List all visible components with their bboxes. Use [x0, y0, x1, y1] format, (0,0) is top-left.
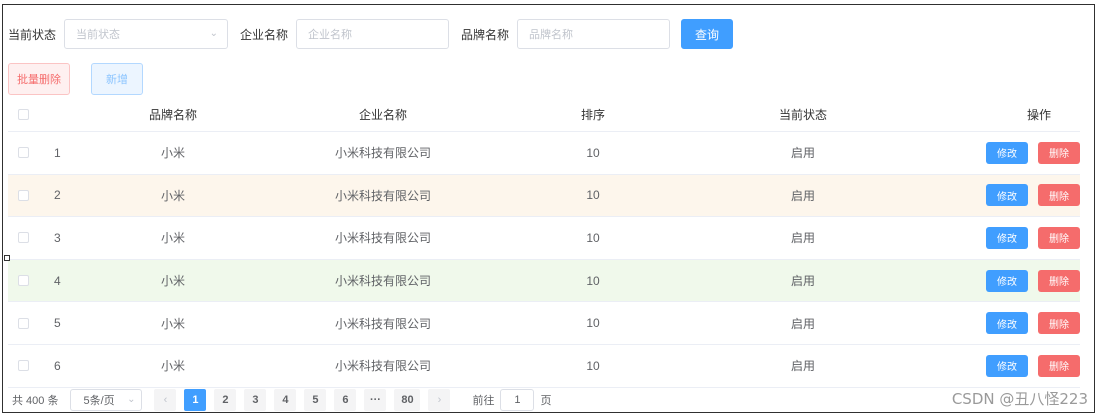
row-index: 1	[54, 145, 61, 160]
edit-button[interactable]: 修改	[986, 269, 1028, 292]
row-sort: 10	[586, 358, 600, 373]
row-sort: 10	[586, 316, 600, 331]
company-label: 企业名称	[240, 27, 289, 42]
brand-label: 品牌名称	[461, 27, 510, 42]
chevron-down-icon: ⌄	[209, 28, 219, 39]
table-row: 1 小米 小米科技有限公司 10 启用 修改 删除	[8, 132, 1080, 175]
row-state: 启用	[790, 188, 815, 203]
brand-input[interactable]: 品牌名称	[517, 19, 671, 49]
ops-header: 操作	[1026, 108, 1051, 122]
row-checkbox[interactable]	[17, 189, 29, 201]
table-row: 5 小米 小米科技有限公司 10 启用 修改 删除	[8, 302, 1080, 345]
row-index: 5	[54, 316, 61, 331]
page-button-2[interactable]: 2	[214, 389, 237, 411]
table-row: 3 小米 小米科技有限公司 10 启用 修改 删除	[8, 217, 1080, 260]
page-button-80[interactable]: 80	[394, 389, 421, 411]
more-pages-button[interactable]: ···	[364, 389, 387, 411]
brand-header: 品牌名称	[148, 108, 197, 122]
delete-button[interactable]: 删除	[1038, 226, 1080, 249]
row-brand: 小米	[160, 274, 185, 289]
delete-button[interactable]: 删除	[1038, 141, 1080, 164]
delete-button[interactable]: 删除	[1038, 354, 1080, 377]
page-jump: 前往 1 页	[472, 389, 551, 411]
state-select-placeholder: 当前状态	[76, 29, 121, 41]
page-button-4[interactable]: 4	[274, 389, 297, 411]
row-state: 启用	[790, 231, 815, 246]
page-button-6[interactable]: 6	[334, 389, 357, 411]
row-state: 启用	[790, 274, 815, 289]
row-sort: 10	[586, 273, 600, 288]
state-header: 当前状态	[778, 108, 827, 122]
row-checkbox[interactable]	[17, 147, 29, 159]
row-state: 启用	[790, 316, 815, 331]
page-jump-suffix: 页	[540, 395, 552, 407]
company-header: 企业名称	[358, 108, 407, 122]
row-sort: 10	[586, 188, 600, 203]
pagination-total: 共 400 条	[12, 395, 59, 407]
row-sort: 10	[586, 230, 600, 245]
next-page-button[interactable]: ›	[428, 389, 451, 411]
state-label: 当前状态	[8, 27, 57, 42]
edit-button[interactable]: 修改	[986, 354, 1028, 377]
batch-delete-button[interactable]: 批量删除	[8, 63, 70, 95]
row-brand: 小米	[160, 146, 185, 161]
company-input[interactable]: 企业名称	[296, 19, 450, 49]
brand-input-placeholder: 品牌名称	[529, 29, 574, 41]
page-jump-input[interactable]: 1	[500, 389, 535, 411]
row-index: 6	[54, 358, 61, 373]
row-company: 小米科技有限公司	[334, 316, 431, 331]
row-index: 3	[54, 230, 61, 245]
row-state: 启用	[790, 146, 815, 161]
row-sort: 10	[586, 145, 600, 160]
row-checkbox[interactable]	[17, 275, 29, 287]
page-size-select[interactable]: 5条/页 ⌄	[70, 389, 143, 411]
table-header: 品牌名称 企业名称 排序 当前状态 操作	[8, 98, 1080, 132]
chevron-down-icon: ⌄	[127, 394, 136, 405]
watermark: CSDN @丑八怪223	[951, 390, 1088, 408]
state-select[interactable]: 当前状态 ⌄	[64, 19, 229, 49]
row-checkbox[interactable]	[17, 317, 29, 329]
table-row: 6 小米 小米科技有限公司 10 启用 修改 删除	[8, 345, 1080, 388]
add-button[interactable]: 新增	[91, 63, 143, 95]
row-checkbox[interactable]	[17, 232, 29, 244]
row-company: 小米科技有限公司	[334, 274, 431, 289]
table-row: 4 小米 小米科技有限公司 10 启用 修改 删除	[8, 259, 1080, 303]
row-company: 小米科技有限公司	[334, 146, 431, 161]
pagination: 共 400 条 5条/页 ⌄ ‹ 1 2 3 4 5 6 ··· 80 › 前往…	[12, 389, 551, 411]
row-brand: 小米	[160, 359, 185, 374]
row-checkbox[interactable]	[17, 360, 29, 372]
page-size-value: 5条/页	[83, 395, 115, 407]
row-index: 4	[54, 273, 61, 288]
resize-handle[interactable]	[4, 255, 10, 261]
row-company: 小米科技有限公司	[334, 359, 431, 374]
row-company: 小米科技有限公司	[334, 231, 431, 246]
row-brand: 小米	[160, 316, 185, 331]
page-button-1[interactable]: 1	[184, 389, 207, 411]
page-button-5[interactable]: 5	[304, 389, 327, 411]
row-company: 小米科技有限公司	[334, 188, 431, 203]
edit-button[interactable]: 修改	[986, 226, 1028, 249]
edit-button[interactable]: 修改	[986, 141, 1028, 164]
page-button-3[interactable]: 3	[244, 389, 267, 411]
query-button[interactable]: 查询	[681, 19, 734, 49]
edit-button[interactable]: 修改	[986, 312, 1028, 335]
brand-table: 品牌名称 企业名称 排序 当前状态 操作 1 小米 小米科技有限公司 10 启用…	[8, 98, 1080, 388]
company-input-placeholder: 企业名称	[308, 29, 353, 41]
row-index: 2	[54, 188, 61, 203]
search-form: 当前状态 当前状态 ⌄ 企业名称 企业名称 品牌名称 品牌名称 查询	[8, 18, 734, 50]
delete-button[interactable]: 删除	[1038, 269, 1080, 292]
delete-button[interactable]: 删除	[1038, 184, 1080, 207]
prev-page-button[interactable]: ‹	[154, 389, 177, 411]
page-jump-prefix: 前往	[472, 395, 495, 407]
table-row: 2 小米 小米科技有限公司 10 启用 修改 删除	[8, 174, 1080, 218]
row-brand: 小米	[160, 231, 185, 246]
edit-button[interactable]: 修改	[986, 184, 1028, 207]
row-state: 启用	[790, 359, 815, 374]
select-all-checkbox[interactable]	[17, 109, 29, 120]
row-brand: 小米	[160, 188, 185, 203]
delete-button[interactable]: 删除	[1038, 312, 1080, 335]
sort-header: 排序	[580, 108, 605, 122]
